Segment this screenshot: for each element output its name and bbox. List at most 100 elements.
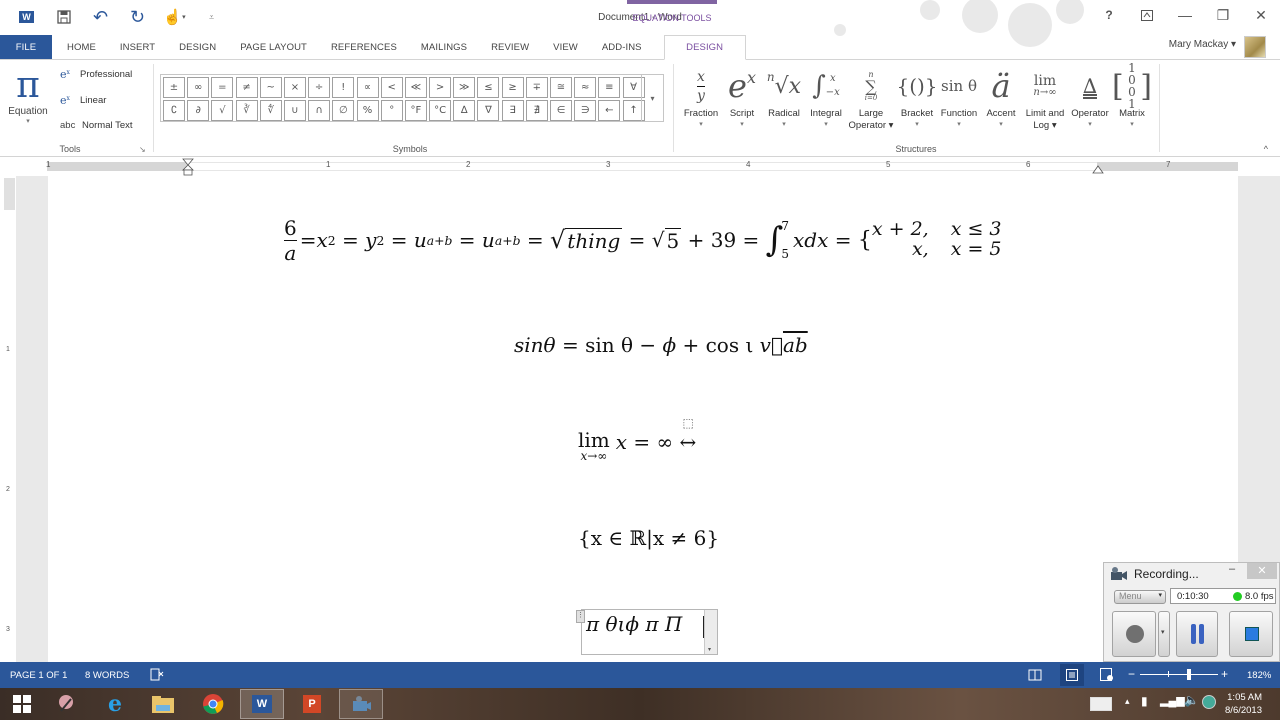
symbol-button[interactable]: ∓ xyxy=(525,77,548,98)
restore-button[interactable]: ❐ xyxy=(1204,0,1242,30)
taskbar-word[interactable]: W xyxy=(240,689,284,719)
symbol-button[interactable]: ← xyxy=(598,100,621,121)
symbol-button[interactable]: ≪ xyxy=(404,77,427,98)
active-equation-box[interactable]: ⋮ π θιϕ π Π ▾ xyxy=(576,609,718,655)
minimize-button[interactable]: — xyxy=(1166,0,1204,30)
recorder-minimize-button[interactable]: – xyxy=(1229,563,1235,575)
fraction-button[interactable]: xy Fraction ▾ xyxy=(680,66,722,129)
close-button[interactable]: ✕ xyxy=(1242,0,1280,30)
equation-2[interactable]: sinθ = sin θ − ϕ + cos ι v⃗ab xyxy=(514,333,808,357)
help-button[interactable]: ? xyxy=(1090,0,1128,30)
zoom-in-button[interactable]: + xyxy=(1221,667,1228,681)
matrix-button[interactable]: [1 00 1] Matrix ▾ xyxy=(1112,62,1152,128)
zoom-slider-thumb[interactable] xyxy=(1186,669,1191,680)
tab-page-layout[interactable]: PAGE LAYOUT xyxy=(228,35,319,59)
horizontal-ruler[interactable]: 1 1 2 3 4 5 6 7 xyxy=(0,158,1280,176)
large-operator-button[interactable]: n ∑ i=0 Large Operator ▾ xyxy=(848,66,894,132)
symbol-button[interactable]: × xyxy=(283,77,306,98)
record-options-button[interactable]: ▾ xyxy=(1158,611,1170,657)
professional-button[interactable]: ex Professional xyxy=(60,68,132,81)
word-count[interactable]: 8 WORDS xyxy=(85,670,129,681)
symbol-button[interactable]: ≈ xyxy=(574,77,597,98)
taskbar-tools-app[interactable] xyxy=(44,689,88,719)
symbol-button[interactable]: ∪ xyxy=(283,100,306,121)
tab-equation-design[interactable]: DESIGN xyxy=(663,35,746,60)
symbol-button[interactable]: ! xyxy=(332,77,355,98)
undo-icon[interactable]: ↶ xyxy=(82,5,119,29)
symbol-button[interactable]: ± xyxy=(163,77,185,98)
symbols-more-button[interactable]: ▾ xyxy=(641,75,663,121)
symbol-button[interactable]: ∛ xyxy=(235,100,258,121)
symbol-button[interactable]: ∅ xyxy=(332,100,355,121)
symbol-button[interactable]: ÷ xyxy=(308,77,331,98)
symbol-button[interactable]: ∜ xyxy=(259,100,282,121)
normal-text-button[interactable]: abc Normal Text xyxy=(60,120,133,131)
tab-view[interactable]: VIEW xyxy=(541,35,590,59)
equation-button[interactable]: π Equation ▾ xyxy=(6,66,50,126)
page-count[interactable]: PAGE 1 OF 1 xyxy=(10,670,67,681)
symbol-button[interactable]: ≥ xyxy=(501,77,524,98)
symbol-button[interactable]: > xyxy=(429,77,452,98)
symbol-button[interactable]: ∂ xyxy=(187,100,210,121)
taskbar-chrome[interactable] xyxy=(191,689,235,719)
zoom-level[interactable]: 182% xyxy=(1247,670,1271,681)
equation-3[interactable]: lim x→∞ x = ∞ ⬚ ↔ xyxy=(578,416,696,462)
operator-button[interactable]: ∆ Operator ▾ xyxy=(1068,66,1112,128)
symbol-button[interactable]: ∋ xyxy=(574,100,597,121)
zoom-out-button[interactable]: − xyxy=(1128,667,1135,681)
symbol-button[interactable]: ° xyxy=(380,100,403,121)
taskbar-file-explorer[interactable] xyxy=(141,689,185,719)
taskbar-recorder[interactable] xyxy=(339,689,383,719)
symbol-button[interactable]: ∈ xyxy=(550,100,572,121)
symbol-button[interactable]: ∃ xyxy=(501,100,524,121)
taskbar-internet-explorer[interactable]: e xyxy=(93,689,137,719)
symbol-button[interactable]: ∝ xyxy=(356,77,379,98)
symbol-button[interactable]: ∆ xyxy=(453,100,476,121)
tab-home[interactable]: HOME xyxy=(52,35,108,59)
pause-button[interactable] xyxy=(1176,611,1218,657)
stop-button[interactable] xyxy=(1229,611,1273,657)
touch-keyboard-icon[interactable] xyxy=(1090,697,1112,711)
equation-handle[interactable]: ⋮ xyxy=(576,610,585,623)
volume-icon[interactable]: 🔈 xyxy=(1184,693,1199,707)
proofing-icon[interactable] xyxy=(150,668,164,681)
tab-design[interactable]: DESIGN xyxy=(167,35,228,59)
linear-button[interactable]: ex Linear xyxy=(60,94,106,107)
integral-button[interactable]: ∫ x −x Integral ▾ xyxy=(806,66,846,128)
script-button[interactable]: ex Script ▾ xyxy=(722,66,762,128)
system-clock[interactable]: 1:05 AM 8/6/2013 xyxy=(1225,691,1262,717)
tab-insert[interactable]: INSERT xyxy=(108,35,167,59)
redo-icon[interactable]: ↻ xyxy=(119,5,156,29)
symbol-button[interactable]: ∇ xyxy=(477,100,500,121)
touch-mode-icon[interactable]: ☝ ▾ xyxy=(156,5,193,29)
equation-4[interactable]: {x ∈ ℝ|x ≠ 6} xyxy=(578,526,719,550)
collapse-ribbon-button[interactable]: ^ xyxy=(1264,144,1268,154)
customize-qat-icon[interactable]: ⩡ xyxy=(193,5,230,29)
ribbon-display-options-button[interactable] xyxy=(1128,0,1166,30)
bracket-button[interactable]: {()} Bracket ▾ xyxy=(896,66,938,128)
symbol-button[interactable]: √ xyxy=(211,100,234,121)
network-signal-icon[interactable]: ▂▄▆ xyxy=(1160,694,1185,707)
tab-references[interactable]: REFERENCES xyxy=(319,35,409,59)
equation-1[interactable]: 6a = x2 = y2 = u a+b = u a+b = √ thing = √ 5… xyxy=(284,212,1002,268)
tab-add-ins[interactable]: ADD-INS xyxy=(590,35,654,59)
accent-button[interactable]: ä Accent ▾ xyxy=(982,66,1020,128)
radical-button[interactable]: n √ x Radical ▾ xyxy=(764,66,804,128)
recorder-menu-dropdown[interactable]: Menu ▾ xyxy=(1114,590,1166,604)
taskbar-powerpoint[interactable]: P xyxy=(290,689,334,719)
symbol-button[interactable]: ~ xyxy=(259,77,282,98)
zoom-slider[interactable] xyxy=(1140,674,1218,675)
symbol-button[interactable]: ≠ xyxy=(235,77,258,98)
action-center-icon[interactable] xyxy=(1202,695,1216,709)
recorder-close-button[interactable]: ✕ xyxy=(1247,563,1277,579)
symbol-button[interactable]: ≤ xyxy=(477,77,500,98)
save-icon[interactable] xyxy=(45,5,82,29)
show-hidden-icons-button[interactable]: ▴ xyxy=(1125,696,1130,707)
equation-5[interactable]: π θιϕ π Π xyxy=(586,612,682,636)
symbol-button[interactable]: ≫ xyxy=(453,77,476,98)
symbol-button[interactable]: ∞ xyxy=(187,77,210,98)
dialog-launcher-icon[interactable]: ↘ xyxy=(139,145,146,154)
symbol-button[interactable]: % xyxy=(356,100,379,121)
word-app-icon[interactable]: W xyxy=(8,5,45,29)
right-indent-marker[interactable] xyxy=(1092,164,1104,174)
